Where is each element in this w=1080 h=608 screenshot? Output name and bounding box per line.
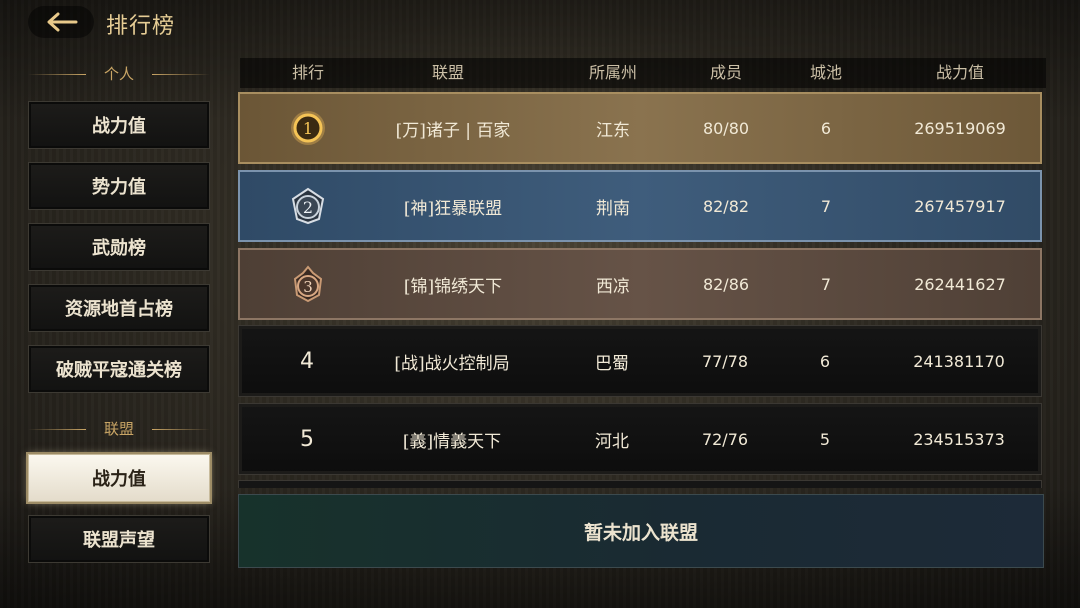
next-row-edge xyxy=(238,480,1042,488)
table-header: 排行 联盟 所属州 成员 城池 战力值 xyxy=(240,58,1046,88)
rank-cell: 2 xyxy=(268,172,348,240)
rank-cell: 3 xyxy=(268,250,348,318)
sidebar-item-merit[interactable]: 武勋榜 xyxy=(28,223,210,271)
alliance-name: [神]狂暴联盟 xyxy=(403,198,503,219)
power-value: 241381170 xyxy=(913,351,1005,371)
alliance-name: [万]诸子 | 百家 xyxy=(395,120,511,141)
rank-cell: 5 xyxy=(267,404,347,474)
power-value: 269519069 xyxy=(914,118,1006,138)
bronze-medal-icon: 3 xyxy=(293,265,323,303)
gold-medal-icon: 1 xyxy=(291,111,325,145)
alliance-name: [锦]锦绣天下 xyxy=(403,276,503,297)
column-header-members: 成员 xyxy=(709,63,742,82)
city-count: 6 xyxy=(819,351,831,371)
alliance-name: [義]情義天下 xyxy=(402,431,502,452)
member-count: 72/76 xyxy=(701,429,749,449)
table-row[interactable]: 1 [万]诸子 | 百家 江东 80/80 6 269519069 xyxy=(238,92,1042,164)
state-name: 西凉 xyxy=(596,276,630,297)
alliance-status-text: 暂未加入联盟 xyxy=(583,521,698,544)
my-alliance-status-bar: 暂未加入联盟 xyxy=(238,494,1044,568)
sidebar-item-alliance-power[interactable]: 战力值 xyxy=(28,454,210,502)
column-header-alliance: 联盟 xyxy=(431,63,464,82)
city-count: 6 xyxy=(820,118,832,138)
svg-text:1: 1 xyxy=(303,119,313,138)
state-name: 江东 xyxy=(596,120,630,141)
sidebar-item-influence[interactable]: 势力值 xyxy=(28,162,210,210)
sidebar-item-resource-first[interactable]: 资源地首占榜 xyxy=(28,284,210,332)
city-count: 7 xyxy=(820,196,832,216)
power-value: 267457917 xyxy=(914,196,1006,216)
state-name: 荆南 xyxy=(596,198,630,219)
power-value: 262441627 xyxy=(914,274,1006,294)
alliance-name: [战]战火控制局 xyxy=(394,353,510,374)
section-label-personal: 个人 xyxy=(28,63,210,84)
member-count: 80/80 xyxy=(702,118,750,138)
rank-number: 4 xyxy=(300,348,314,374)
back-arrow-icon xyxy=(47,12,78,32)
column-header-state: 所属州 xyxy=(588,63,637,82)
section-label-alliance: 联盟 xyxy=(28,418,210,439)
table-row[interactable]: 3 [锦]锦绣天下 西凉 82/86 7 262441627 xyxy=(238,248,1042,320)
rank-cell: 4 xyxy=(267,326,347,396)
member-count: 82/86 xyxy=(702,274,750,294)
svg-text:2: 2 xyxy=(303,198,313,217)
column-header-power: 战力值 xyxy=(935,63,984,82)
state-name: 巴蜀 xyxy=(595,353,629,374)
sidebar-item-power[interactable]: 战力值 xyxy=(28,101,210,149)
table-row[interactable]: 2 [神]狂暴联盟 荆南 82/82 7 267457917 xyxy=(238,170,1042,242)
back-button[interactable] xyxy=(28,6,94,38)
rank-cell: 1 xyxy=(268,94,348,162)
svg-text:3: 3 xyxy=(303,278,313,296)
power-value: 234515373 xyxy=(913,429,1005,449)
page-title: 排行榜 xyxy=(106,14,176,39)
member-count: 77/78 xyxy=(701,351,749,371)
column-header-cities: 城池 xyxy=(809,63,842,82)
state-name: 河北 xyxy=(595,431,629,452)
table-row[interactable]: 4 [战]战火控制局 巴蜀 77/78 6 241381170 xyxy=(238,325,1042,397)
table-row[interactable]: 5 [義]情義天下 河北 72/76 5 234515373 xyxy=(238,403,1042,475)
city-count: 7 xyxy=(820,274,832,294)
sidebar-item-alliance-prestige[interactable]: 联盟声望 xyxy=(28,515,210,563)
member-count: 82/82 xyxy=(702,196,750,216)
city-count: 5 xyxy=(819,429,831,449)
column-header-rank: 排行 xyxy=(291,63,324,82)
silver-medal-icon: 2 xyxy=(291,187,325,225)
rank-number: 5 xyxy=(300,426,314,452)
sidebar-item-bandit-clear[interactable]: 破贼平寇通关榜 xyxy=(28,345,210,393)
